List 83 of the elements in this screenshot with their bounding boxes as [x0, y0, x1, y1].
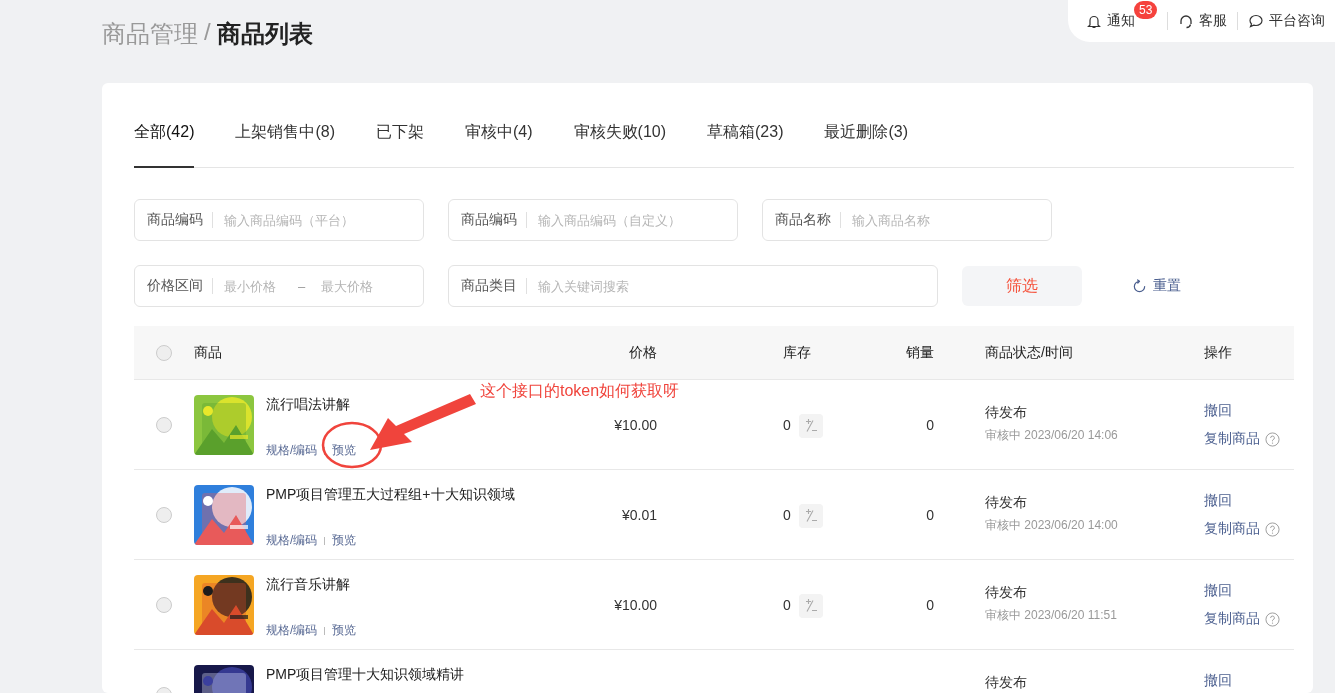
action-link[interactable]: 撤回 — [1204, 402, 1232, 420]
help-icon[interactable] — [1265, 611, 1280, 627]
top-bar-button[interactable]: 平台咨询 — [1248, 12, 1326, 30]
product-link[interactable]: 规格/编码 — [266, 442, 318, 459]
input-field[interactable]: 输入商品编码（自定义） — [536, 211, 725, 229]
tab[interactable]: 上架销售中(8) — [235, 122, 335, 168]
column-header: 价格 — [629, 343, 657, 360]
refresh-icon — [1132, 278, 1147, 294]
help-icon[interactable] — [1265, 521, 1280, 537]
product-title: PMP项目管理十大知识领域精讲 — [266, 666, 465, 684]
input-field[interactable]: 最小价格 — [222, 277, 290, 295]
column-header: 库存 — [783, 343, 811, 360]
field-label: 商品编码 — [461, 211, 517, 229]
headset-icon — [1178, 13, 1195, 29]
status-time: 审核中 2023/06/20 11:51 — [985, 607, 1118, 624]
status-text: 待发布 — [985, 674, 1028, 692]
status-time: 审核中 2023/06/20 14:00 — [985, 517, 1119, 534]
field-label: 商品编码 — [147, 211, 203, 229]
status-text: 待发布 — [985, 404, 1028, 422]
stock-count: 0 — [783, 416, 791, 433]
action-link[interactable]: 复制商品 — [1204, 430, 1260, 448]
tab[interactable]: 草稿箱(23) — [707, 122, 784, 168]
product-link[interactable]: 预览 — [332, 442, 357, 459]
annotation-circle — [320, 420, 384, 470]
filter-field[interactable]: 商品编码 输入商品编码（自定义） — [448, 199, 738, 241]
bell-icon — [1086, 13, 1102, 29]
top-bar-button[interactable]: 客服 — [1178, 12, 1228, 30]
tab[interactable]: 审核失败(10) — [573, 122, 667, 168]
stock-count: 0 — [783, 506, 791, 523]
price-text: ¥10.00 — [614, 597, 657, 613]
status-time: 审核中 2023/06/20 14:06 — [985, 427, 1119, 444]
column-header: 操作 — [1204, 343, 1232, 360]
product-title: 流行音乐讲解 — [266, 576, 351, 594]
row-checkbox[interactable] — [156, 417, 172, 433]
filter-field[interactable]: 商品编码 输入商品编码（平台） — [134, 199, 424, 241]
field-label: 商品名称 — [775, 211, 831, 229]
field-label: 商品类目 — [461, 277, 517, 295]
sales-count: 0 — [926, 597, 934, 613]
product-link[interactable]: 预览 — [332, 532, 357, 549]
sales-count: 0 — [926, 507, 934, 523]
field-label: 价格区间 — [147, 277, 203, 295]
breadcrumb-separator: / — [204, 17, 211, 47]
action-link[interactable]: 复制商品 — [1204, 610, 1260, 628]
column-header: 商品状态/时间 — [985, 343, 1073, 360]
input-field[interactable]: 最大价格 — [319, 277, 388, 295]
filter-field[interactable]: 商品类目 输入关键词搜索 — [448, 265, 938, 307]
column-header: 商品 — [194, 343, 222, 360]
price-text: ¥0.01 — [621, 507, 657, 523]
input-field[interactable]: 输入商品名称 — [850, 211, 1039, 229]
product-link[interactable]: 规格/编码 — [266, 622, 318, 639]
annotation-text: 这个接口的token如何获取呀 — [480, 381, 680, 401]
filter-field[interactable]: 商品名称 输入商品名称 — [762, 199, 1052, 241]
tab[interactable]: 审核中(4) — [465, 122, 533, 168]
sales-count: 0 — [926, 417, 934, 433]
chat-bubble-icon — [1248, 13, 1265, 29]
help-icon[interactable] — [1265, 431, 1280, 447]
product-title: PMP项目管理五大过程组+十大知识领域 — [266, 486, 515, 504]
action-link[interactable]: 复制商品 — [1204, 520, 1260, 538]
row-checkbox[interactable] — [156, 507, 172, 523]
action-link[interactable]: 撤回 — [1204, 672, 1232, 690]
action-link[interactable]: 撤回 — [1204, 492, 1232, 510]
price-text: ¥10.00 — [614, 417, 657, 433]
row-checkbox[interactable] — [156, 597, 172, 613]
product-link[interactable]: 规格/编码 — [266, 532, 318, 549]
select-all-checkbox[interactable] — [156, 344, 172, 361]
input-field[interactable]: 输入商品编码（平台） — [222, 211, 411, 229]
status-text: 待发布 — [985, 494, 1028, 512]
tab[interactable]: 已下架 — [376, 122, 424, 168]
tab[interactable]: 全部(42) — [134, 122, 195, 168]
stock-count: 0 — [783, 596, 791, 613]
product-link[interactable]: 预览 — [332, 622, 357, 639]
column-header: 销量 — [906, 343, 934, 360]
action-link[interactable]: 撤回 — [1204, 582, 1232, 600]
product-title: 流行唱法讲解 — [266, 396, 351, 414]
range-separator: – — [298, 278, 306, 294]
status-text: 待发布 — [985, 584, 1028, 602]
reset-button[interactable]: 重置 — [1132, 277, 1181, 295]
tab[interactable]: 最近删除(3) — [824, 122, 909, 168]
page-title: 商品列表 — [216, 18, 313, 49]
top-bar-button[interactable]: 通知 — [1086, 12, 1135, 30]
input-field[interactable]: 输入关键词搜索 — [536, 277, 925, 295]
notification-badge: 53 — [1134, 1, 1158, 19]
filter-field[interactable]: 价格区间 最小价格 – 最大价格 — [134, 265, 424, 307]
